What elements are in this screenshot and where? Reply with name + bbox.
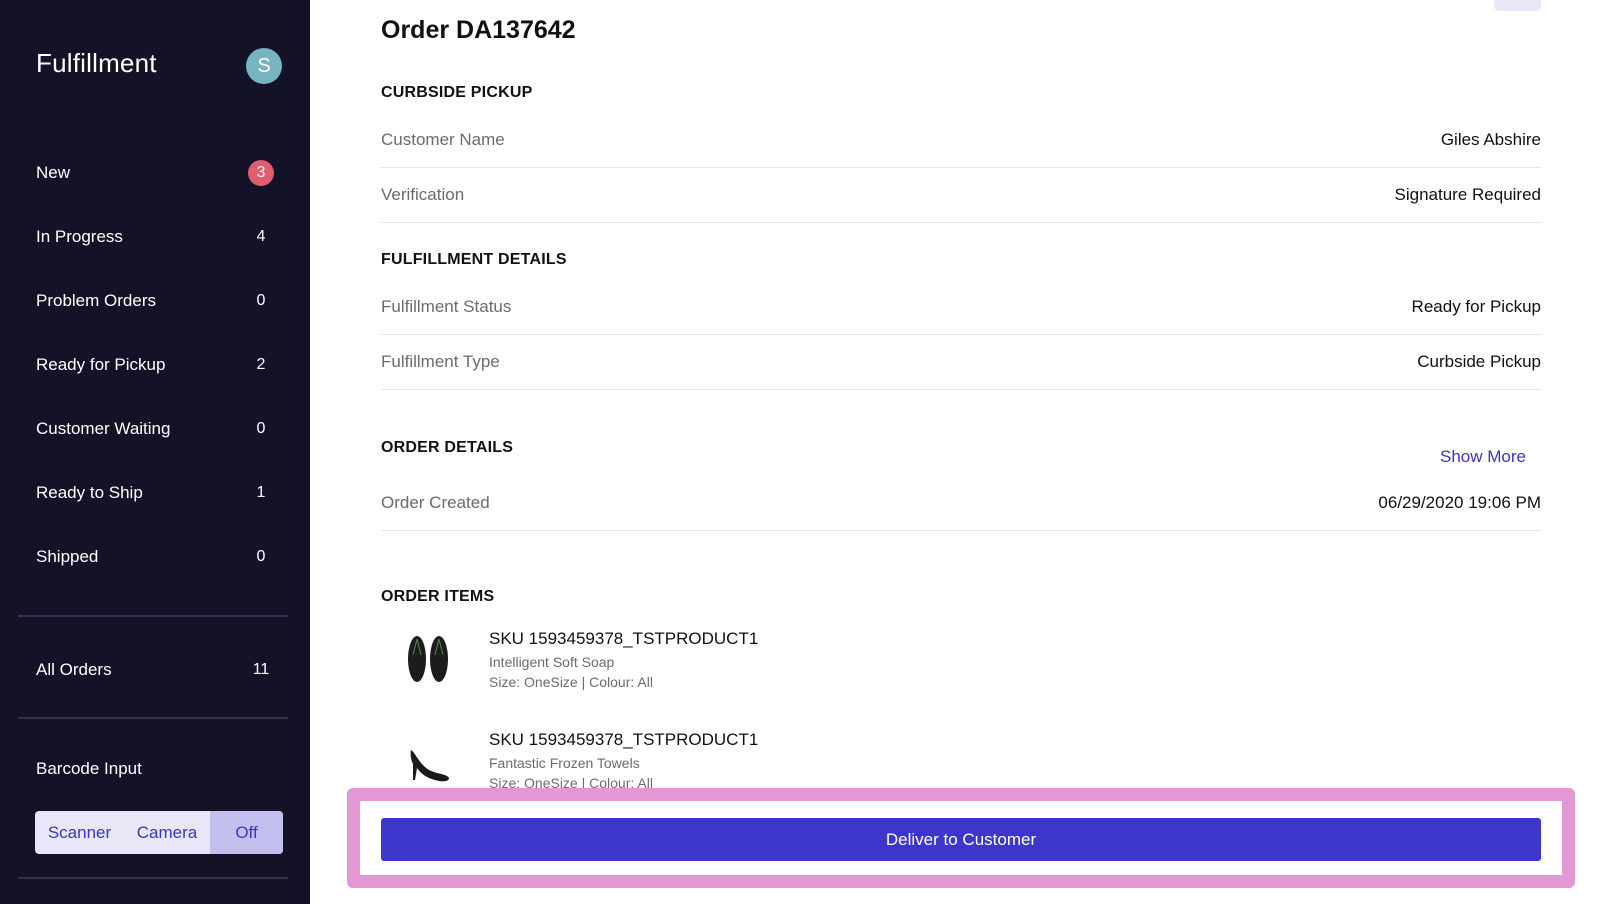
row-label: Verification <box>381 185 465 204</box>
sidebar-item-label: Problem Orders <box>36 291 156 310</box>
row-value: 06/29/2020 19:06 PM <box>1378 493 1541 512</box>
sidebar-item-count: 11 <box>252 661 270 678</box>
sidebar-item-ready-to-ship[interactable]: Ready to Ship 1 <box>36 478 274 508</box>
sidebar-divider <box>18 717 288 719</box>
row-label: Fulfillment Type <box>381 352 500 371</box>
row-value: Giles Abshire <box>1440 130 1541 149</box>
sidebar-divider <box>18 877 288 879</box>
top-action-button[interactable] <box>1494 0 1541 11</box>
sidebar-item-shipped[interactable]: Shipped 0 <box>36 542 274 572</box>
sidebar-item-count: 4 <box>256 228 266 245</box>
flip-flops-icon <box>401 629 457 691</box>
order-created-row: Order Created 06/29/2020 19:06 PM <box>381 476 1541 531</box>
sidebar-item-count: 0 <box>256 292 266 309</box>
fulfillment-details-heading: FULFILLMENT DETAILS <box>381 251 567 268</box>
sidebar-item-ready-for-pickup[interactable]: Ready for Pickup 2 <box>36 350 274 380</box>
sidebar: Fulfillment S New 3 In Progress 4 Proble… <box>0 0 310 904</box>
deliver-to-customer-button[interactable]: Deliver to Customer <box>381 818 1541 861</box>
barcode-option-scanner[interactable]: Scanner <box>35 811 124 854</box>
sidebar-item-count: 1 <box>256 484 266 501</box>
curbside-pickup-heading: CURBSIDE PICKUP <box>381 84 533 101</box>
sidebar-item-count: 2 <box>256 356 266 373</box>
sidebar-item-label: New <box>36 163 71 182</box>
sidebar-item-label: Ready to Ship <box>36 483 143 502</box>
sidebar-item-in-progress[interactable]: In Progress 4 <box>36 222 274 252</box>
item-sku: SKU 1593459378_TSTPRODUCT1 <box>489 730 759 749</box>
barcode-input-label: Barcode Input <box>36 759 142 778</box>
sidebar-item-new[interactable]: New 3 <box>36 158 274 188</box>
sidebar-item-count: 0 <box>256 548 266 565</box>
new-count-badge: 3 <box>248 160 274 186</box>
order-item: SKU 1593459378_TSTPRODUCT1 Intelligent S… <box>381 629 981 709</box>
sidebar-item-count: 0 <box>256 420 266 437</box>
item-name: Fantastic Frozen Towels <box>489 755 640 771</box>
fulfillment-type-row: Fulfillment Type Curbside Pickup <box>381 335 1541 390</box>
order-details-heading: ORDER DETAILS <box>381 439 514 456</box>
row-value: Signature Required <box>1394 185 1541 204</box>
row-label: Fulfillment Status <box>381 297 512 316</box>
sidebar-item-problem-orders[interactable]: Problem Orders 0 <box>36 286 274 316</box>
sidebar-item-all-orders[interactable]: All Orders 11 <box>36 655 274 685</box>
item-sku: SKU 1593459378_TSTPRODUCT1 <box>489 629 759 648</box>
sidebar-item-label: All Orders <box>36 660 112 679</box>
user-avatar[interactable]: S <box>246 48 282 84</box>
row-label: Customer Name <box>381 130 505 149</box>
order-title: Order DA137642 <box>381 16 576 44</box>
app-title: Fulfillment <box>36 48 157 78</box>
show-more-link[interactable]: Show More <box>1440 447 1526 467</box>
row-value: Ready for Pickup <box>1411 297 1541 316</box>
customer-name-row: Customer Name Giles Abshire <box>381 113 1541 168</box>
row-value: Curbside Pickup <box>1417 352 1541 371</box>
barcode-option-off[interactable]: Off <box>210 811 283 854</box>
row-label: Order Created <box>381 493 490 512</box>
barcode-option-camera[interactable]: Camera <box>124 811 210 854</box>
sidebar-divider <box>18 615 288 617</box>
sidebar-item-label: In Progress <box>36 227 123 246</box>
sidebar-item-label: Ready for Pickup <box>36 355 166 374</box>
item-name: Intelligent Soft Soap <box>489 654 615 670</box>
verification-row: Verification Signature Required <box>381 168 1541 223</box>
sidebar-item-label: Customer Waiting <box>36 419 171 438</box>
item-attributes: Size: OneSize | Colour: All <box>489 674 653 690</box>
sidebar-item-customer-waiting[interactable]: Customer Waiting 0 <box>36 414 274 444</box>
order-items-heading: ORDER ITEMS <box>381 588 495 605</box>
fulfillment-status-row: Fulfillment Status Ready for Pickup <box>381 280 1541 335</box>
barcode-input-toggle: Scanner Camera Off <box>35 811 283 854</box>
high-heel-shoe-icon <box>401 730 457 792</box>
sidebar-item-label: Shipped <box>36 547 99 566</box>
